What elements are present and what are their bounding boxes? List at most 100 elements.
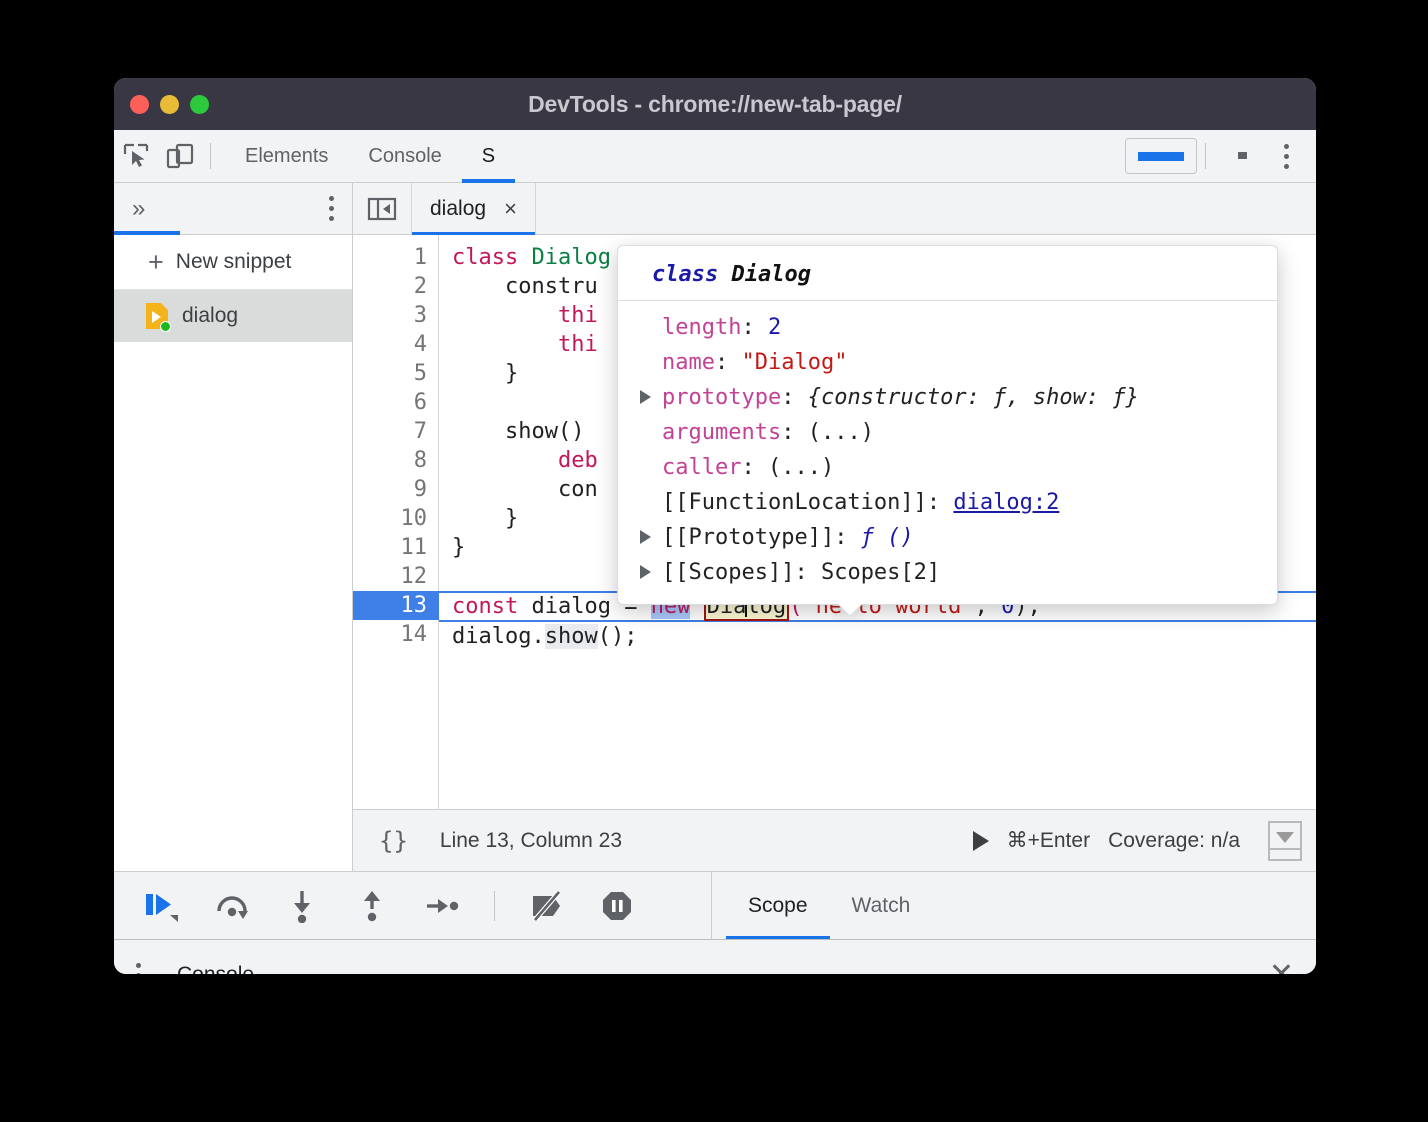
step-over-icon[interactable] [206,880,258,932]
property-separator: : [781,380,808,415]
snippet-label: dialog [182,304,238,328]
token-dialog-dot: dialog. [452,624,545,649]
property-row-length: length: 2 [640,310,1255,345]
maximize-window-button[interactable] [190,95,209,114]
format-braces-icon[interactable]: {} [367,827,420,855]
step-out-icon[interactable] [346,880,398,932]
property-key: [[FunctionLocation]] [662,485,927,520]
property-value[interactable]: (...) [808,415,874,450]
toolbar-divider-right [1205,143,1206,169]
snippet-file-icon [146,303,168,329]
line-number: 4 [353,330,438,359]
line-number: 2 [353,272,438,301]
property-key: [[Scopes]] [662,555,794,590]
devtools-main-toolbar: Elements Console S [114,130,1316,183]
navigator-more-vertical-icon[interactable] [329,196,334,221]
snippet-item-dialog[interactable]: dialog [114,290,352,342]
inspect-cursor-icon[interactable] [114,134,158,178]
function-location-link[interactable]: dialog:2 [953,485,1059,520]
property-key: length [662,310,741,345]
object-preview-popover: class Dialog length: 2 name: "Dialog" pr… [617,245,1278,605]
token-show-occurrence: show [545,624,598,649]
deactivate-breakpoints-icon[interactable] [521,880,573,932]
expand-navigator-button[interactable]: » [132,197,145,221]
property-key: [[Prototype]] [662,520,834,555]
property-value: {constructor: ƒ, show: ƒ} [808,380,1139,415]
popover-title: class Dialog [618,262,1277,301]
drawer-tab-console[interactable]: Console [169,940,262,975]
property-separator: : [794,555,821,590]
close-icon[interactable]: × [504,198,517,220]
settings-placeholder-bar [1138,152,1184,161]
editor-tab-label: dialog [430,197,486,221]
settings-placeholder-button[interactable] [1125,138,1197,174]
new-snippet-button[interactable]: + New snippet [114,235,352,290]
property-row-name: name: "Dialog" [640,345,1255,380]
window-title: DevTools - chrome://new-tab-page/ [114,91,1316,118]
new-snippet-label: New snippet [176,250,292,274]
line-number: 11 [353,533,438,562]
property-separator: : [834,520,861,555]
run-snippet-icon[interactable] [973,831,989,851]
property-key: caller [662,450,741,485]
line-number: 3 [353,301,438,330]
property-value: ƒ () [861,520,914,555]
property-row-internal-prototype[interactable]: [[Prototype]]: ƒ () [640,520,1255,555]
coverage-label: Coverage: n/a [1108,829,1240,853]
resume-icon[interactable] [136,880,188,932]
tab-scope[interactable]: Scope [726,872,830,940]
editor-tab-dialog[interactable]: dialog × [411,183,536,235]
close-window-button[interactable] [130,95,149,114]
line-number: 5 [353,359,438,388]
snippet-status-dot [160,321,171,332]
collapse-sidebar-icon[interactable] [353,196,411,222]
cursor-position-label: Line 13, Column 23 [440,829,622,853]
debugger-controls [114,872,712,939]
settings-gear-icon[interactable] [1220,134,1264,178]
popover-title-keyword: class [652,262,731,287]
close-drawer-icon[interactable]: ✕ [1269,960,1294,974]
minimize-window-button[interactable] [160,95,179,114]
token-call-parens: (); [598,624,638,649]
editor-status-right: ⌘+Enter Coverage: n/a [973,821,1302,861]
tab-elements[interactable]: Elements [225,130,348,183]
property-key: arguments [662,415,781,450]
drawer-more-vertical-icon[interactable] [136,963,141,975]
property-separator: : [781,415,808,450]
debugger-divider [494,891,495,921]
line-number-gutter: 1 2 3 4 5 6 7 8 9 10 11 12 13 14 [353,235,439,809]
expand-triangle-icon[interactable] [640,565,662,579]
property-separator: : [741,450,768,485]
window-titlebar: DevTools - chrome://new-tab-page/ [114,78,1316,130]
more-vertical-icon[interactable] [1264,134,1308,178]
pause-on-exceptions-icon[interactable] [591,880,643,932]
line-number: 9 [353,475,438,504]
editor-status-bar: {} Line 13, Column 23 ⌘+Enter Coverage: … [353,809,1316,871]
toolbar-divider [210,143,211,169]
property-value: Scopes[2] [821,555,940,590]
console-drawer: Console ✕ [114,939,1316,974]
expand-triangle-icon[interactable] [640,530,662,544]
token-const: const [452,594,518,619]
device-toolbar-icon[interactable] [158,134,202,178]
line-number: 6 [353,388,438,417]
pretty-print-icon[interactable] [1268,821,1302,861]
editor-tabstrip: dialog × [353,183,1316,235]
property-value[interactable]: (...) [768,450,834,485]
line-number: 12 [353,562,438,591]
tab-watch[interactable]: Watch [830,872,933,940]
screenshot-root: DevTools - chrome://new-tab-page/ Elemen… [0,0,1428,1122]
tab-sources[interactable]: S [462,130,515,183]
devtools-panel-tabs: Elements Console S [225,130,515,183]
expand-triangle-icon[interactable] [640,390,662,404]
property-row-scopes[interactable]: [[Scopes]]: Scopes[2] [640,555,1255,590]
tab-console[interactable]: Console [348,130,461,183]
step-icon[interactable] [416,880,468,932]
devtools-window: DevTools - chrome://new-tab-page/ Elemen… [114,78,1316,974]
kebab-dots [1284,144,1289,169]
property-row-prototype[interactable]: prototype: {constructor: ƒ, show: ƒ} [640,380,1255,415]
sources-navigator: » + New snippet dialog [114,183,353,871]
step-into-icon[interactable] [276,880,328,932]
debugger-sidebar-tabs: Scope Watch [712,872,1316,939]
plus-icon: + [148,249,164,276]
